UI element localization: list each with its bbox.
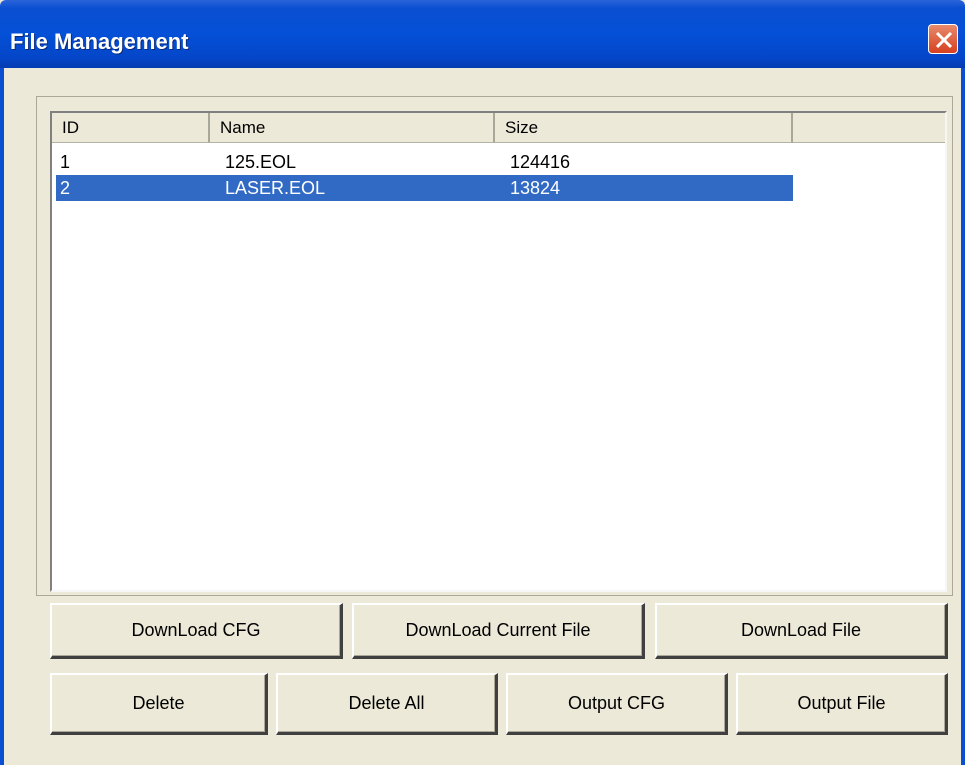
column-header-empty xyxy=(793,113,945,143)
window-title: File Management xyxy=(10,29,189,54)
window-frame-right xyxy=(961,68,965,765)
list-item[interactable]: 1 125.EOL 124416 xyxy=(52,149,945,175)
delete-button[interactable]: Delete xyxy=(50,673,268,735)
download-file-button[interactable]: DownLoad File xyxy=(655,603,948,659)
download-cfg-button[interactable]: DownLoad CFG xyxy=(50,603,343,659)
file-name: LASER.EOL xyxy=(225,178,326,198)
selection-highlight xyxy=(56,175,793,201)
window-frame-left xyxy=(0,68,4,765)
column-header-name[interactable]: Name xyxy=(210,113,495,143)
output-file-button[interactable]: Output File xyxy=(736,673,948,735)
file-size: 13824 xyxy=(510,178,561,198)
download-current-file-button[interactable]: DownLoad Current File xyxy=(352,603,645,659)
file-id: 2 xyxy=(60,178,71,198)
file-management-window: File Management ID Name Size 1 125.EOL 1… xyxy=(0,0,965,765)
close-button[interactable] xyxy=(928,24,958,54)
list-item-selected[interactable]: 2 LASER.EOL 13824 xyxy=(52,175,945,201)
file-size: 124416 xyxy=(510,152,571,172)
list-header: ID Name Size xyxy=(52,113,945,143)
delete-all-button[interactable]: Delete All xyxy=(276,673,498,735)
file-list[interactable]: ID Name Size 1 125.EOL 124416 2 LASER.EO… xyxy=(50,111,947,592)
title-bar[interactable]: File Management xyxy=(0,0,965,68)
column-header-id[interactable]: ID xyxy=(52,113,210,143)
close-icon xyxy=(935,31,953,49)
file-name: 125.EOL xyxy=(225,152,297,172)
output-cfg-button[interactable]: Output CFG xyxy=(506,673,728,735)
column-header-size[interactable]: Size xyxy=(495,113,793,143)
file-id: 1 xyxy=(60,152,71,172)
